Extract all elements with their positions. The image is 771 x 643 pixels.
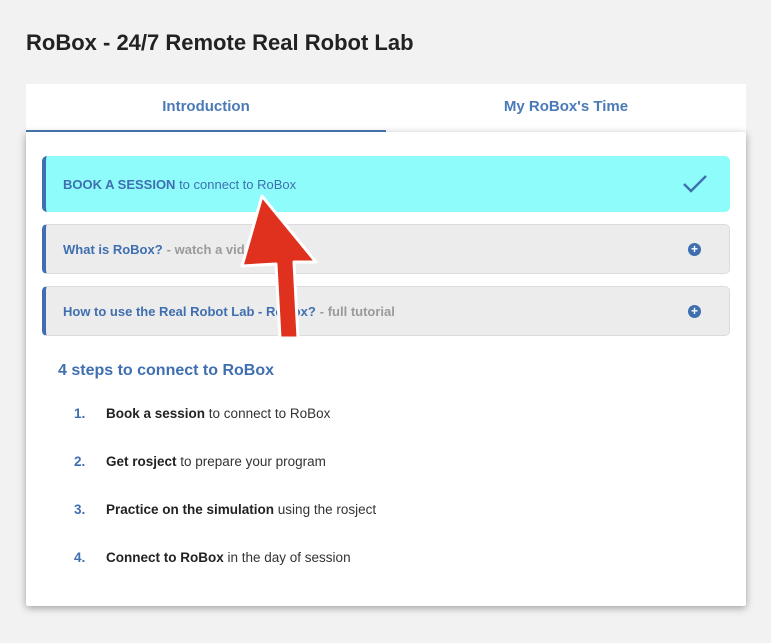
step-strong: Connect to RoBox: [106, 550, 224, 565]
step-number: 4.: [74, 550, 86, 565]
plus-circle-icon[interactable]: +: [688, 242, 701, 256]
step-strong: Practice on the simulation: [106, 502, 275, 517]
accordion-how-to-use[interactable]: How to use the Real Robot Lab - RoBox? -…: [42, 286, 730, 336]
content-card: BOOK A SESSION to connect to RoBox What …: [26, 132, 746, 606]
step-text: using the rosject: [274, 502, 377, 517]
step-text: in the day of session: [223, 550, 351, 565]
accordion-subtitle: - full tutorial: [319, 303, 395, 319]
accordion-title: What is RoBox?: [63, 241, 163, 257]
accordion-subtitle: - watch a video: [166, 241, 260, 257]
tab-my-robox-time[interactable]: My RoBox's Time: [386, 84, 746, 132]
step-text: to prepare your program: [176, 454, 326, 469]
step-item: 2. Get rosject to prepare your program: [74, 454, 376, 502]
accordion-book-session[interactable]: BOOK A SESSION to connect to RoBox: [42, 156, 730, 212]
step-number: 1.: [74, 406, 86, 421]
plus-circle-icon[interactable]: +: [688, 304, 701, 318]
check-icon: [683, 175, 707, 193]
steps-title: 4 steps to connect to RoBox: [58, 362, 275, 379]
step-strong: Book a session: [106, 406, 206, 421]
tab-bar: Introduction My RoBox's Time: [26, 84, 746, 132]
step-item: 1. Book a session to connect to RoBox: [74, 406, 376, 454]
step-item: 3. Practice on the simulation using the …: [74, 502, 376, 550]
accordion-title: How to use the Real Robot Lab - RoBox?: [63, 303, 316, 319]
step-item: 4. Connect to RoBox in the day of sessio…: [74, 550, 376, 598]
accordion-what-is-robox[interactable]: What is RoBox? - watch a video +: [42, 224, 730, 274]
step-number: 3.: [74, 502, 86, 517]
tab-introduction[interactable]: Introduction: [26, 84, 386, 132]
step-strong: Get rosject: [106, 454, 177, 469]
step-text: to connect to RoBox: [205, 406, 331, 421]
steps-list: 1. Book a session to connect to RoBox 2.…: [74, 406, 376, 598]
step-number: 2.: [74, 454, 86, 469]
page-title: RoBox - 24/7 Remote Real Robot Lab: [26, 30, 414, 55]
accordion-title: BOOK A SESSION to connect to RoBox: [63, 176, 297, 192]
